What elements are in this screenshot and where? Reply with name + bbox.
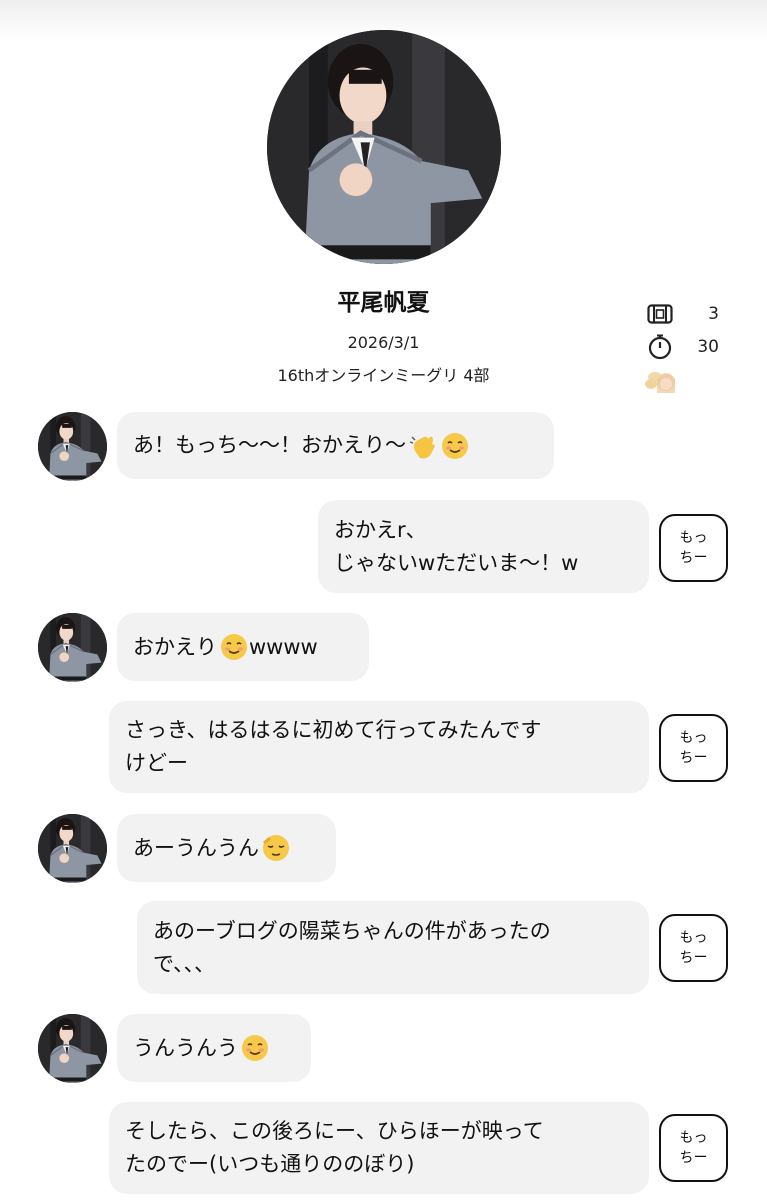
smiling-face-icon: [442, 432, 468, 459]
member-message-bubble: あーうんうん: [117, 814, 336, 882]
seconds-count: 30: [697, 336, 719, 357]
member-message-bubble: おかえり wwww: [117, 613, 369, 681]
message-text: そしたら、この後ろにー、ひらほーが映って たのでー(いつも通りののぼり): [125, 1119, 544, 1176]
ticket-icon: [645, 301, 675, 327]
stats-panel: 3 30: [645, 297, 735, 397]
fan-message-bubble: そしたら、この後ろにー、ひらほーが映って たのでー(いつも通りののぼり): [109, 1102, 649, 1194]
message-text: あ！もっち〜〜！おかえり〜: [133, 433, 406, 457]
sender-label: もっ ちー: [659, 1114, 728, 1182]
member-message-bubble: あ！もっち〜〜！おかえり〜: [117, 412, 554, 479]
fan-message-bubble: あのーブログの陽菜ちゃんの件があったの で、、、: [137, 901, 649, 994]
profile-avatar: [267, 30, 501, 264]
ticket-stat: 3: [645, 297, 735, 330]
message-text: おかえr、 じゃないwただいま〜！w: [334, 517, 579, 575]
sender-label: もっ ちー: [659, 514, 728, 582]
message-text: あのーブログの陽菜ちゃんの件があったの で、、、: [153, 918, 551, 976]
message-text: さっき、はるはるに初めて行ってみたんです けどー: [125, 718, 542, 775]
relieved-face-icon: [263, 835, 289, 861]
member-avatar: [38, 412, 107, 481]
sender-label: もっ ちー: [659, 914, 728, 982]
message-text-suffix: wwww: [249, 634, 318, 659]
waving-hand-icon: [409, 436, 435, 458]
fan-message-bubble: さっき、はるはるに初めて行ってみたんです けどー: [109, 701, 649, 793]
member-avatar: [38, 1014, 107, 1083]
ticket-count: 3: [708, 303, 719, 324]
angel-badge-emoji: [645, 367, 679, 397]
member-avatar: [38, 613, 107, 682]
message-text: おかえり: [133, 634, 217, 659]
smiling-face-icon: [221, 634, 247, 660]
sender-label: もっ ちー: [659, 714, 728, 782]
message-text: うんうんう: [133, 1035, 238, 1060]
smiling-face-icon: [242, 1035, 268, 1061]
stopwatch-icon: [645, 334, 675, 360]
member-avatar: [38, 814, 107, 883]
time-stat: 30: [645, 330, 735, 363]
member-message-bubble: うんうんう: [117, 1014, 311, 1082]
message-text: あーうんうん: [133, 835, 259, 860]
fan-message-bubble: おかえr、 じゃないwただいま〜！w: [318, 500, 649, 593]
